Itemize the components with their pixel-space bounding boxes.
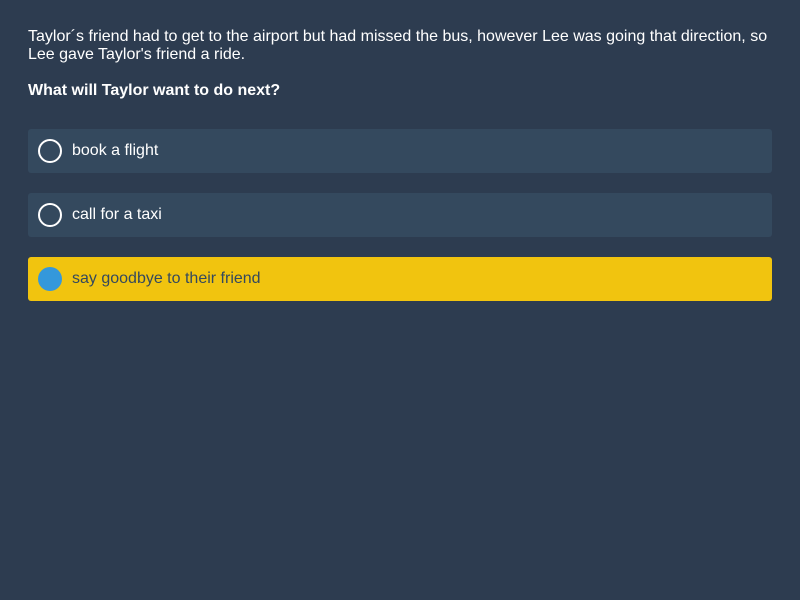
question-text: What will Taylor want to do next? (28, 82, 281, 99)
radio-button-icon[interactable] (38, 203, 62, 227)
radio-button-icon[interactable] (38, 139, 62, 163)
answer-option-label: call for a taxi (72, 206, 162, 223)
story-text: Taylor´s friend had to get to the airpor… (28, 28, 768, 63)
answer-option-2[interactable]: call for a taxi (28, 193, 772, 237)
radio-button-icon[interactable] (38, 267, 62, 291)
answer-option-label: say goodbye to their friend (72, 270, 261, 287)
answer-options: book a flight call for a taxi say goodby… (28, 129, 772, 301)
quiz-page: Taylor´s friend had to get to the airpor… (0, 0, 800, 600)
answer-option-label: book a flight (72, 142, 159, 159)
answer-option-3[interactable]: say goodbye to their friend (28, 257, 772, 301)
answer-option-1[interactable]: book a flight (28, 129, 772, 173)
